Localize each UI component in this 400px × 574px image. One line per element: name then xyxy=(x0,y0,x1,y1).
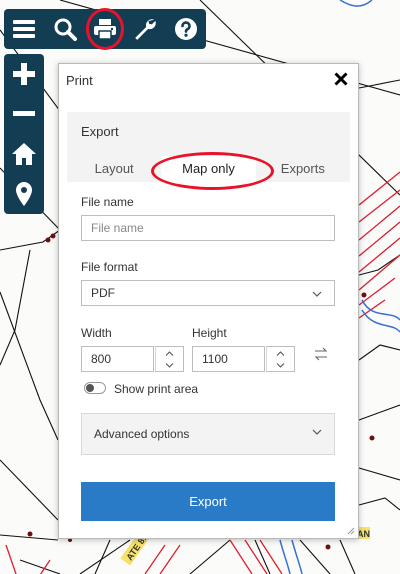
file-format-label: File format xyxy=(81,260,138,274)
swap-dimensions-button[interactable] xyxy=(314,347,328,366)
file-format-value: PDF xyxy=(91,286,115,300)
home-icon xyxy=(12,143,36,165)
export-button[interactable]: Export xyxy=(81,482,335,521)
zoom-out-icon xyxy=(13,111,35,116)
location-pin-icon xyxy=(16,182,32,206)
tools-button[interactable] xyxy=(127,11,163,47)
width-decrement-button[interactable] xyxy=(156,359,183,371)
locate-button[interactable] xyxy=(6,176,42,212)
zoom-out-button[interactable] xyxy=(6,96,42,132)
toggle-knob xyxy=(86,384,94,392)
print-panel: Print Export Layout Map only Exports Fil… xyxy=(58,63,359,539)
chevron-down-icon xyxy=(165,362,174,368)
zoom-in-icon xyxy=(13,63,35,85)
close-icon xyxy=(334,72,348,86)
file-format-select[interactable]: PDF xyxy=(81,280,335,306)
close-button[interactable] xyxy=(332,68,350,90)
search-icon xyxy=(54,18,77,41)
help-button[interactable] xyxy=(168,11,204,47)
width-value: 800 xyxy=(91,352,112,366)
advanced-options-expander[interactable]: Advanced options xyxy=(81,413,335,455)
resize-handle-icon[interactable] xyxy=(347,527,355,535)
file-name-label: File name xyxy=(81,195,134,209)
chevron-down-icon xyxy=(312,291,322,297)
height-input[interactable]: 1100 xyxy=(192,346,265,372)
chevron-down-icon xyxy=(312,429,322,435)
height-label: Height xyxy=(192,326,227,340)
print-button[interactable] xyxy=(85,8,124,50)
print-highlight-ring xyxy=(85,8,124,50)
zoom-in-button[interactable] xyxy=(6,56,42,92)
wrench-icon xyxy=(135,19,157,40)
chevron-up-icon xyxy=(165,350,174,356)
height-decrement-button[interactable] xyxy=(267,359,294,371)
width-increment-button[interactable] xyxy=(156,347,183,359)
home-button[interactable] xyxy=(6,136,42,172)
file-name-input[interactable] xyxy=(81,215,335,241)
tab-layout[interactable]: Layout xyxy=(67,156,161,182)
menu-button[interactable] xyxy=(6,11,42,47)
chevron-down-icon xyxy=(276,362,285,368)
top-toolbar xyxy=(4,8,206,50)
width-stepper xyxy=(155,346,184,372)
map-controls xyxy=(4,54,44,214)
section-title: Export xyxy=(81,124,119,139)
width-input[interactable]: 800 xyxy=(81,346,154,372)
help-icon xyxy=(174,18,197,40)
menu-icon xyxy=(13,20,36,38)
width-label: Width xyxy=(81,326,112,340)
tab-highlight-ring xyxy=(151,152,274,190)
search-button[interactable] xyxy=(47,11,83,47)
advanced-options-label: Advanced options xyxy=(94,427,190,441)
chevron-up-icon xyxy=(276,350,285,356)
height-value: 1100 xyxy=(202,352,228,366)
height-stepper xyxy=(266,346,295,372)
show-print-area-label: Show print area xyxy=(114,382,199,396)
swap-icon xyxy=(314,347,328,361)
height-increment-button[interactable] xyxy=(267,347,294,359)
panel-title: Print xyxy=(66,73,93,88)
show-print-area-toggle[interactable] xyxy=(84,382,106,394)
